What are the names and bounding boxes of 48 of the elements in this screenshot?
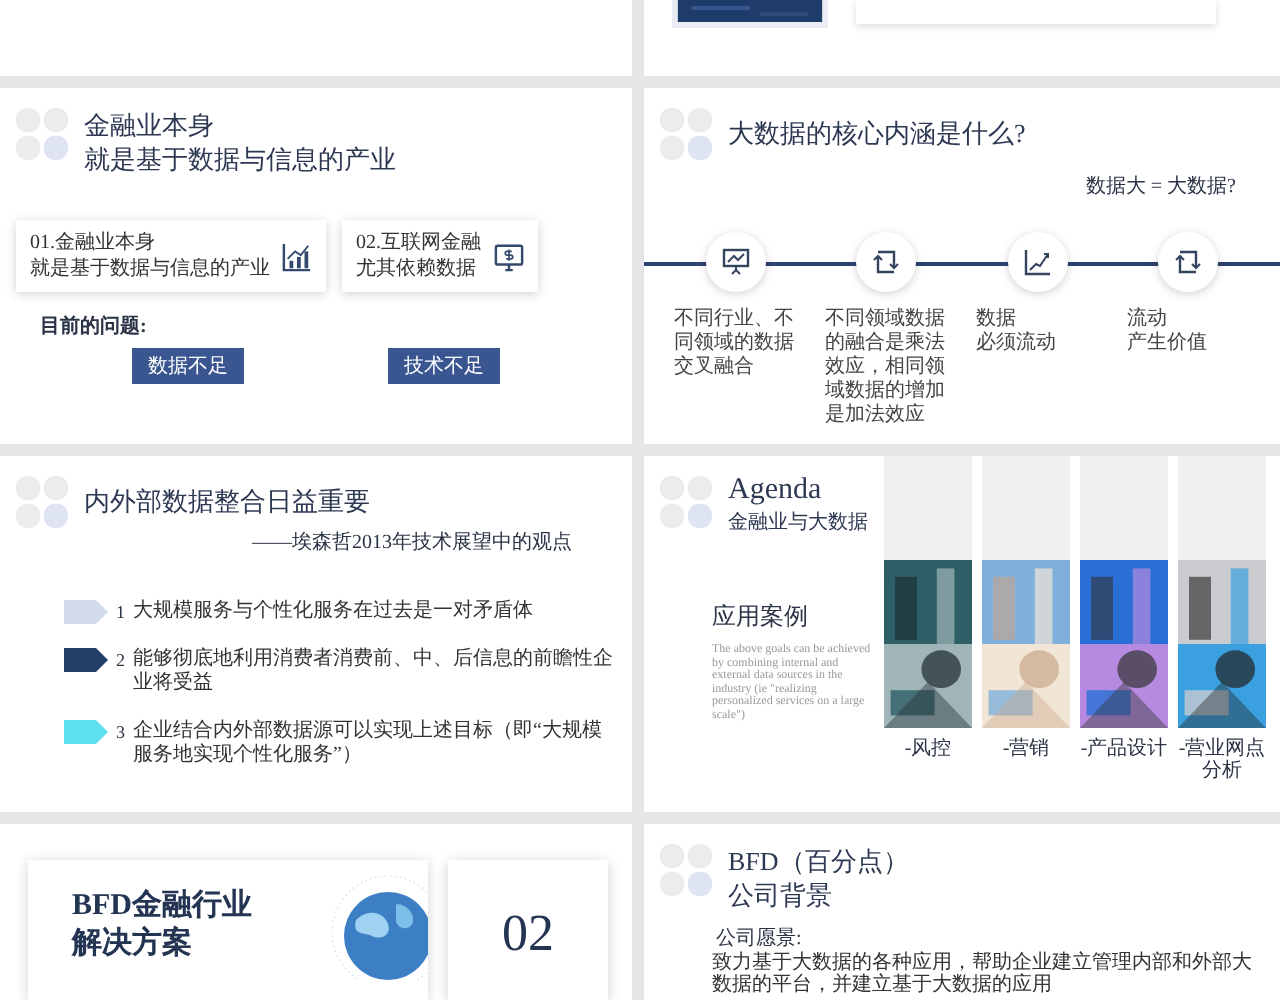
subtitle-text: ——埃森哲2013年技术展望中的观点 (252, 529, 572, 556)
step-text: 流动 产生价值 (1126, 308, 1209, 356)
case-caption: -营销 (1000, 738, 1052, 760)
slide-title: BFD（百分点） (728, 844, 909, 878)
case-caption: -风控 (902, 738, 954, 760)
slide-subtitle: 金融业与大数据 (728, 510, 868, 536)
section-number: 02 (502, 904, 554, 964)
card-text: 02.互联网金融 (356, 230, 481, 256)
slide-title: 金融业本身 (84, 108, 216, 142)
chart-icon (282, 241, 312, 271)
logo-icon (16, 476, 68, 528)
logo-icon (16, 108, 68, 160)
slide-title: 就是基于数据与信息的产业 (84, 142, 396, 176)
tag: 数据不足 (132, 348, 244, 384)
item-text: 能够彻底地利用消费者消费前、中、后信息的前瞻性企业将受益 (133, 648, 615, 696)
logo-icon (660, 108, 712, 160)
note-text: 数据大 = 大数据? (1085, 173, 1236, 200)
slide-subtitle: 公司背景 (728, 878, 834, 912)
section-title: 应用案例 (712, 600, 810, 634)
card-text: 尤其依赖数据 (356, 256, 478, 282)
slide-title: 大数据的核心内涵是什么? (728, 116, 1026, 150)
cover-title: 解决方案 (72, 926, 194, 964)
step-text: 不同行业、不同领域的数据交叉融合 (673, 308, 796, 380)
cover-title: BFD金融行业 (72, 888, 252, 925)
tag: 技术不足 (388, 348, 500, 384)
presentation-icon (721, 248, 750, 276)
item-number: 3 (116, 720, 125, 744)
case-caption: -产品设计 (1080, 738, 1168, 760)
step-text: 不同领域数据的融合是乘法效应，相同领域数据的增加是加法效应 (824, 308, 947, 428)
body-text: 致力基于大数据的各种应用，帮助企业建立管理内部和外部大数据的平台，并建立基于大数据的应用 (712, 952, 1252, 996)
logo-icon (660, 844, 712, 896)
cycle-icon (872, 248, 901, 276)
step-text: 数据 必须流动 (975, 308, 1058, 356)
cycle-icon (1174, 248, 1203, 276)
card-text: 01.金融业本身 (30, 230, 157, 256)
item-text: 企业结合内外部数据源可以实现上述目标（即“大规模服务地实现个性化服务”） (133, 720, 604, 768)
item-number: 2 (116, 648, 125, 672)
card-text: 就是基于数据与信息的产业 (30, 256, 270, 282)
section-label: 目前的问题: (40, 313, 147, 340)
monitor-icon (493, 241, 523, 271)
case-caption: -营业网点分析 (1178, 738, 1266, 782)
logo-icon (660, 476, 712, 528)
growth-chart-icon (1023, 248, 1052, 276)
section-label: 公司愿景: (716, 925, 802, 951)
slide-title: 内外部数据整合日益重要 (84, 484, 370, 518)
slide-title: Agenda (728, 472, 824, 510)
item-text: 大规模服务与个性化服务在过去是一对矛盾体 (133, 600, 533, 624)
item-number: 1 (116, 600, 125, 624)
